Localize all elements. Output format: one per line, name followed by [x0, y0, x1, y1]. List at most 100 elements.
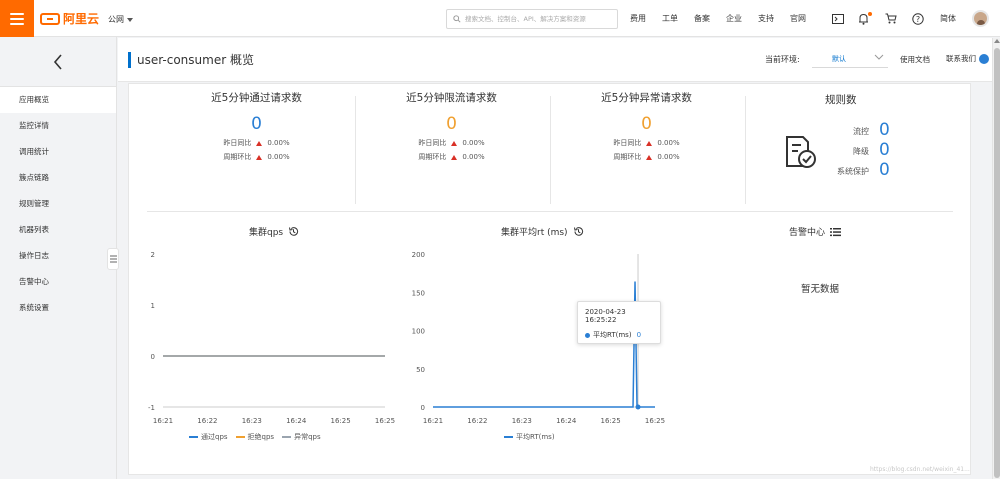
legend-item-pass[interactable]: 通过qps	[189, 432, 228, 442]
env-label: 当前环境:	[765, 55, 800, 64]
region-selector[interactable]: 公网	[108, 14, 133, 25]
sidebar-item-oplog[interactable]: 操作日志	[0, 243, 116, 269]
up-arrow-icon	[256, 140, 263, 146]
top-bar: 阿里云 公网 费用 工单 备案 企业 支持 官网 ? 简体	[0, 0, 1000, 37]
divider	[745, 96, 746, 204]
stat-pass: 近5分钟通过请求数 0 昨日同比 0.00% 周期环比 0.00%	[159, 90, 354, 162]
stat-yoy: 昨日同比 0.00%	[159, 138, 354, 148]
qps-legend: 通过qps 拒绝qps 异常qps	[189, 432, 321, 442]
rule-flow-label: 流控	[853, 127, 869, 136]
stat-value: 0	[251, 114, 262, 134]
x-tick-label: 16:23	[242, 417, 262, 425]
stat-yoy-value: 0.00%	[657, 139, 680, 147]
stat-mom-label: 周期环比	[613, 153, 642, 161]
nav-enterprise[interactable]: 企业	[726, 13, 742, 24]
alert-center-title-text: 告警中心	[789, 228, 826, 238]
scrollbar-thumb[interactable]	[994, 48, 1000, 478]
help-icon[interactable]: ?	[912, 12, 924, 25]
legend-item-rt[interactable]: 平均RT(ms)	[504, 432, 555, 442]
nav-ticket[interactable]: 工单	[662, 13, 678, 24]
legend-item-block[interactable]: 拒绝qps	[235, 432, 275, 442]
history-icon[interactable]	[288, 226, 299, 237]
legend-swatch	[189, 436, 198, 438]
sidebar-item-alerts[interactable]: 告警中心	[0, 269, 116, 295]
search-icon	[453, 15, 461, 23]
legend-label: 平均RT(ms)	[516, 433, 555, 441]
sidebar: 应用概览 监控详情 调用统计 簇点链路 规则管理 机器列表 操作日志 告警中心 …	[0, 37, 117, 479]
back-button[interactable]	[0, 37, 116, 87]
doc-link[interactable]: 使用文档	[900, 54, 930, 65]
sidebar-item-monitor[interactable]: 监控详情	[0, 113, 116, 139]
x-tick-label: 16:21	[153, 417, 173, 425]
stat-mom: 周期环比 0.00%	[549, 152, 744, 162]
rule-system-label: 系统保护	[837, 167, 869, 176]
history-icon[interactable]	[573, 226, 584, 237]
sidebar-item-settings[interactable]: 系统设置	[0, 295, 116, 321]
y-tick-label: -1	[148, 404, 155, 412]
y-tick-label: 100	[412, 328, 425, 336]
nav-billing[interactable]: 费用	[630, 13, 646, 24]
legend-item-exception[interactable]: 异常qps	[282, 432, 321, 442]
legend-label: 拒绝qps	[247, 433, 275, 441]
scroll-up-arrow[interactable]	[994, 39, 1000, 43]
watermark: https://blog.csdn.net/weixin_41...	[870, 466, 970, 473]
tooltip-dot	[585, 332, 590, 338]
y-tick-label: 0	[151, 353, 155, 361]
qps-chart-title: 集群qps	[249, 225, 299, 238]
nav-website[interactable]: 官网	[790, 13, 806, 24]
stat-mom: 周期环比 0.00%	[159, 152, 354, 162]
nav-icp[interactable]: 备案	[694, 13, 710, 24]
rule-system-value: 0	[879, 160, 890, 180]
scrollbar[interactable]	[992, 38, 1000, 479]
terminal-icon[interactable]	[832, 12, 844, 25]
cart-icon[interactable]	[885, 12, 897, 25]
rule-degrade-value: 0	[879, 140, 890, 160]
x-tick-label: 16:24	[556, 417, 577, 425]
stat-yoy: 昨日同比 0.00%	[549, 138, 744, 148]
x-tick-label: 16:25	[331, 417, 351, 425]
x-tick-label: 16:22	[467, 417, 487, 425]
stat-mom-label: 周期环比	[418, 153, 447, 161]
up-arrow-icon	[256, 154, 263, 160]
aliyun-logo-icon	[40, 12, 60, 25]
sidebar-menu: 应用概览 监控详情 调用统计 簇点链路 规则管理 机器列表 操作日志 告警中心 …	[0, 87, 116, 321]
sidebar-collapse-button[interactable]	[107, 248, 119, 270]
tooltip-time: 2020-04-23 16:25:22	[585, 308, 626, 324]
rules-title: 规则数	[825, 94, 857, 106]
y-tick-label: 200	[412, 251, 425, 259]
rule-flow-value: 0	[879, 120, 890, 140]
y-tick-label: 1	[151, 302, 155, 310]
x-tick-label: 16:21	[423, 417, 443, 425]
nav-support[interactable]: 支持	[758, 13, 774, 24]
y-tick-label: 150	[412, 289, 425, 297]
menu-icon[interactable]	[0, 0, 34, 37]
env-select[interactable]: 默认	[812, 50, 888, 68]
x-tick-label: 16:25	[645, 417, 665, 425]
env-select-value: 默认	[832, 54, 846, 63]
chevron-left-icon	[53, 53, 62, 70]
search-box[interactable]	[446, 9, 618, 29]
brand-logo[interactable]: 阿里云	[40, 10, 99, 27]
stat-mom-value: 0.00%	[462, 153, 485, 161]
chevron-down-icon	[874, 54, 884, 60]
sidebar-item-chain[interactable]: 簇点链路	[0, 165, 116, 191]
sidebar-item-overview[interactable]: 应用概览	[0, 87, 116, 113]
sidebar-item-machines[interactable]: 机器列表	[0, 217, 116, 243]
sidebar-item-rules[interactable]: 规则管理	[0, 191, 116, 217]
stat-mom-value: 0.00%	[267, 153, 290, 161]
avatar[interactable]	[972, 10, 989, 27]
contact-us-link[interactable]: 联系我们	[946, 53, 989, 64]
search-input[interactable]	[465, 15, 615, 23]
sidebar-item-stats[interactable]: 调用统计	[0, 139, 116, 165]
y-tick-label: 2	[151, 251, 155, 259]
qps-chart: 2 1 0 -1 16:21 16:22 16:23 16:24 16:25 16:25	[148, 251, 395, 425]
legend-label: 通过qps	[201, 433, 228, 441]
language-switch[interactable]: 简体	[940, 12, 956, 25]
stat-value: 0	[641, 114, 652, 134]
legend-swatch	[235, 436, 245, 438]
list-icon[interactable]	[830, 227, 842, 237]
rt-chart-title-text: 集群平均rt (ms)	[501, 228, 568, 238]
page-title-text: user-consumer 概览	[137, 53, 254, 67]
tooltip-row: 平均RT(ms) 0	[585, 330, 653, 340]
stat-yoy-label: 昨日同比	[613, 139, 642, 147]
